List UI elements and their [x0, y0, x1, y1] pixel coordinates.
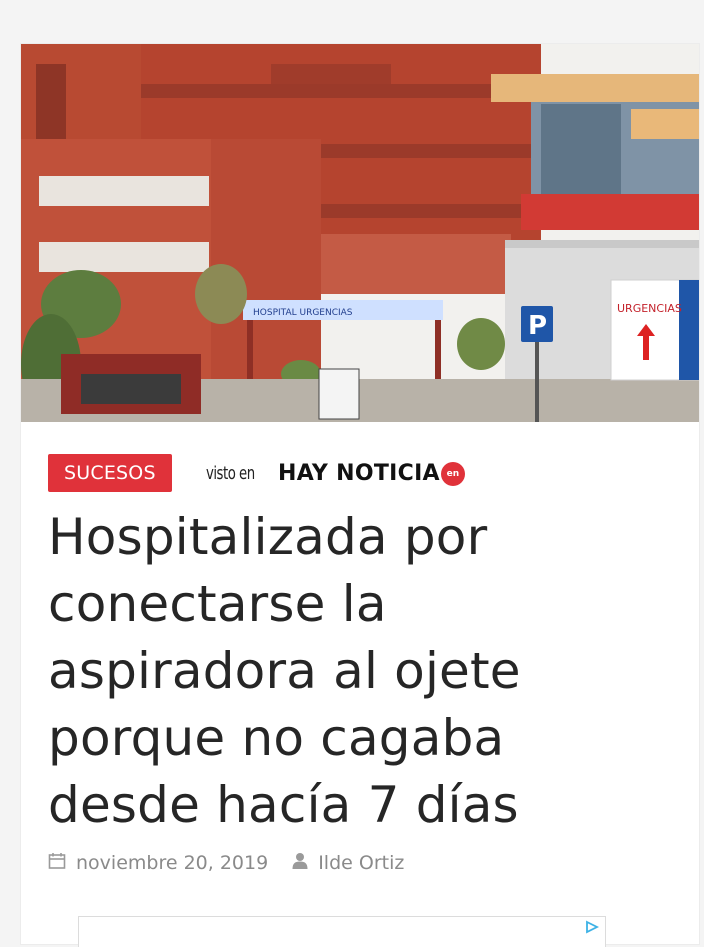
urgencias-sign-text: URGENCIAS [617, 302, 682, 315]
hospital-photo: HOSPITAL URGENCIAS P URGENCIAS [21, 44, 699, 422]
article-meta-row: SUCESOS visto en HAY NOTICIA en [48, 454, 668, 494]
article-card: HOSPITAL URGENCIAS P URGENCIAS SUCESOS v… [21, 44, 699, 947]
article-author[interactable]: Ilde Ortiz [318, 852, 404, 874]
hospital-sign-text: HOSPITAL URGENCIAS [253, 308, 353, 318]
source-prefix: visto en [206, 462, 255, 484]
article-date[interactable]: noviembre 20, 2019 [76, 852, 268, 874]
article-hero-image[interactable]: HOSPITAL URGENCIAS P URGENCIAS [21, 44, 699, 422]
ad-slot[interactable] [78, 916, 606, 947]
calendar-icon [48, 852, 66, 875]
article-byline: noviembre 20, 2019 Ilde Ortiz [48, 850, 404, 876]
article-title: Hospitalizada por conectarse la aspirado… [48, 508, 521, 834]
source-logo-badge: en [440, 462, 465, 486]
user-icon [292, 852, 308, 875]
parking-sign-text: P [528, 311, 547, 341]
source-credit[interactable]: visto en HAY NOTICIA en [206, 458, 465, 488]
adchoices-icon[interactable] [585, 919, 600, 938]
source-logo: HAY NOTICIA [278, 460, 440, 486]
category-badge[interactable]: SUCESOS [48, 454, 172, 492]
